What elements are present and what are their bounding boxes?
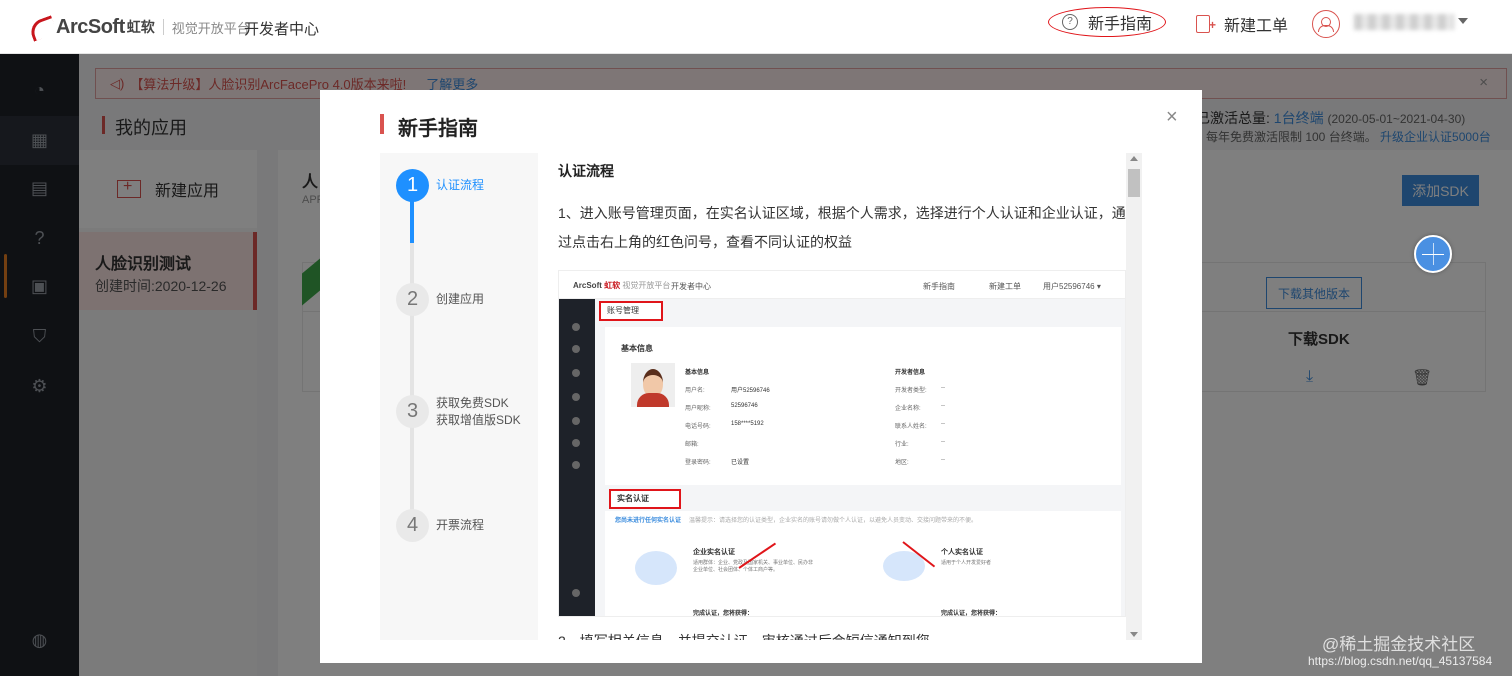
top-header: ArcSoft 虹软 视觉开放平台 开发者中心 ? 新手指南 新建工单 [0, 0, 1512, 54]
floating-compass-icon[interactable] [1414, 235, 1452, 273]
scroll-down-icon[interactable] [1130, 632, 1138, 637]
beginner-guide-button[interactable]: ? 新手指南 [1048, 7, 1166, 37]
shot-realname-label: 实名认证 [609, 489, 681, 509]
step-number: 3 [396, 395, 429, 428]
new-ticket-label: 新建工单 [1224, 18, 1289, 35]
beginner-guide-label: 新手指南 [1087, 16, 1152, 33]
user-avatar-icon[interactable] [1312, 10, 1340, 38]
step-label: 获取免费SDK 获取增值版SDK [436, 395, 521, 429]
shot-logo: ArcSoft 虹软 视觉开放平台 [573, 281, 671, 290]
shot-header: ArcSoft 虹软 视觉开放平台 开发者中心 新手指南 新建工单 用户5259… [559, 271, 1125, 299]
doc-paragraph-2: 2、填写相关信息，并提交认证，审核通过后会短信通知到您 [558, 631, 930, 640]
modal-title: 新手指南 [398, 118, 478, 140]
dev-center-link[interactable]: 开发者中心 [244, 18, 319, 39]
scroll-up-icon[interactable] [1130, 156, 1138, 161]
shot-dev: 开发者中心 [671, 282, 711, 291]
step-auth-flow[interactable]: 1 认证流程 [396, 169, 536, 205]
shot-realname-note: 您尚未进行任何实名认证 温馨提示：请选择您的认证类型，企业实名的账号请勿做个人认证… [615, 518, 978, 524]
shot-realname-card: 您尚未进行任何实名认证 温馨提示：请选择您的认证类型，企业实名的账号请勿做个人认证… [605, 511, 1121, 616]
shot-user: 用户52596746 ▾ [1043, 282, 1101, 291]
doc-paragraph-1: 1、进入账号管理页面，在实名认证区域，根据个人需求，选择进行个人认证和企业认证，… [558, 205, 1126, 250]
shot-basic-info-card: 基本信息 基本信息 用户名: 用户52596746 用户昵称: 52596746… [605, 327, 1121, 485]
doc-screenshot-image: ArcSoft 虹软 视觉开放平台 开发者中心 新手指南 新建工单 用户5259… [558, 270, 1126, 617]
step-number: 1 [396, 169, 429, 202]
doc-scrollbar[interactable] [1126, 153, 1142, 640]
step-get-sdk[interactable]: 3 获取免费SDK 获取增值版SDK [396, 395, 536, 435]
step-label: 认证流程 [436, 178, 485, 192]
step-label-line2: 获取增值版SDK [436, 413, 521, 427]
step-label: 创建应用 [436, 292, 485, 306]
chevron-down-icon[interactable] [1458, 18, 1468, 24]
avatar-illustration-icon [631, 363, 675, 407]
question-icon: ? [1061, 14, 1078, 30]
doc-heading: 认证流程 [558, 163, 614, 179]
step-invoice[interactable]: 4 开票流程 [396, 509, 536, 545]
watermark-site: @稀土掘金技术社区 [1322, 635, 1476, 654]
guide-steps: 1 认证流程 2 创建应用 3 获取免费SDK 获取增值版SDK 4 开票流程 [380, 153, 538, 640]
shot-sidebar [559, 299, 595, 616]
watermark-url: https://blog.csdn.net/qq_45137584 [1308, 654, 1493, 668]
shot-guide: 新手指南 [923, 282, 955, 291]
logo-cn: 虹软 [126, 19, 155, 35]
step-number: 4 [396, 509, 429, 542]
arcsoft-logo[interactable]: ArcSoft 虹软 视觉开放平台 [30, 12, 250, 42]
close-icon[interactable]: × [1166, 106, 1178, 129]
logo-text: ArcSoft [56, 15, 125, 38]
enterprise-illustration-icon [635, 551, 677, 585]
new-ticket-button[interactable]: 新建工单 [1196, 12, 1288, 36]
modal-title-accent [380, 114, 384, 134]
step-label: 开票流程 [436, 518, 485, 532]
new-ticket-icon [1196, 15, 1216, 33]
beginner-guide-modal: 新手指南 × 1 认证流程 2 创建应用 3 获取免费SDK 获取增值版SDK … [320, 90, 1202, 663]
logo-subtitle: 视觉开放平台 [171, 20, 250, 36]
shot-ticket: 新建工单 [989, 282, 1021, 291]
step-number: 2 [396, 283, 429, 316]
logo-divider [162, 19, 164, 35]
scroll-thumb[interactable] [1128, 169, 1140, 197]
step-label-line1: 获取免费SDK [436, 396, 509, 410]
username-blurred[interactable] [1354, 14, 1454, 30]
shot-account-mgmt: 账号管理 [599, 301, 663, 321]
arcsoft-logo-icon [30, 17, 54, 37]
step-create-app[interactable]: 2 创建应用 [396, 283, 536, 319]
shot-basic-heading: 基本信息 [621, 344, 653, 353]
